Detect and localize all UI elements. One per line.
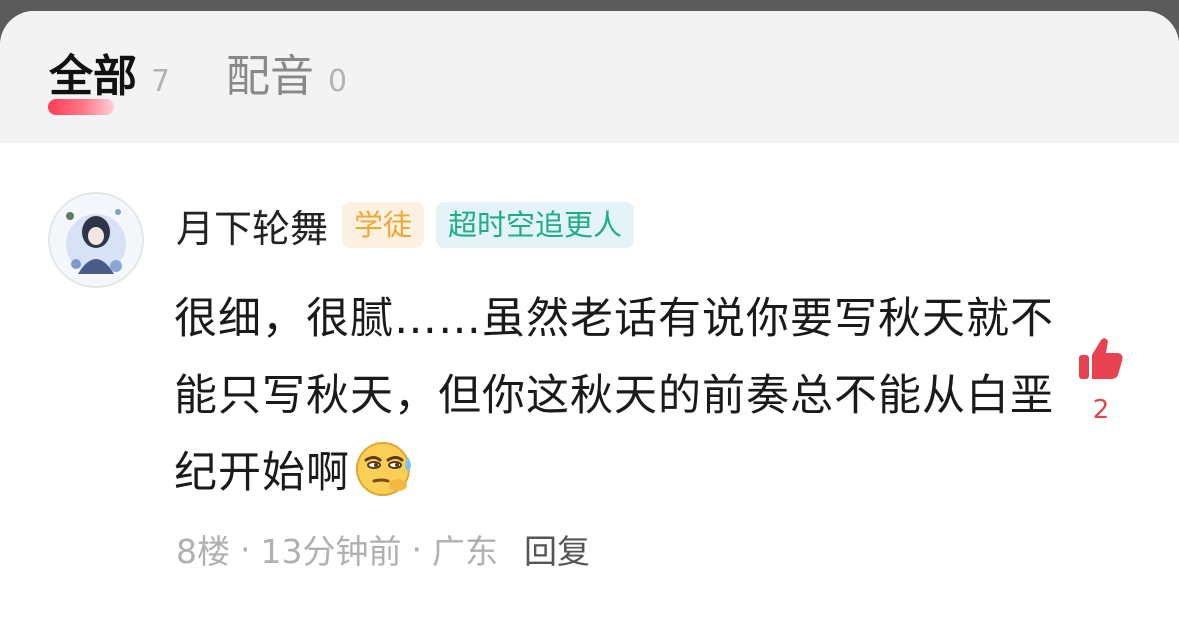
meta-separator: · [240,529,251,569]
tab-dubbing[interactable]: 配音 0 [226,51,347,103]
like-button[interactable]: 2 [1078,337,1124,425]
comment-sheet: 全部 7 配音 0 月下轮舞 学徒 超时空追更人 很细，很腻……虽然老话有说你要… [0,11,1179,627]
avatar-image [50,194,142,286]
comment-body[interactable]: 很细，很腻……虽然老话有说你要写秋天就不能只写秋天，但你这秋天的前奏总不能从白垩… [174,281,1054,526]
comment-time: 13分钟前 [260,532,402,571]
comment-location: 广东 [432,532,498,571]
comment-text: 很细，很腻……虽然老话有说你要写秋天就不能只写秋天，但你这秋天的前奏总不能从白垩… [174,294,1054,498]
tab-all-count: 7 [151,64,171,99]
tab-dubbing-count: 0 [328,64,348,99]
tab-all[interactable]: 全部 7 [49,51,170,103]
avatar[interactable] [48,192,144,288]
comment-floor: 8楼 [176,532,230,571]
badge-title[interactable]: 超时空追更人 [436,202,635,248]
reply-button[interactable]: 回复 [524,525,590,573]
meta-separator: · [411,529,423,569]
tab-all-label: 全部 [49,51,137,102]
tab-dubbing-label: 配音 [226,51,314,102]
username[interactable]: 月下轮舞 [176,198,328,253]
comment-header: 月下轮舞 学徒 超时空追更人 [176,201,646,251]
comment-meta: 8楼 · 13分钟前 · 广东 回复 [176,525,590,573]
like-count: 2 [1092,395,1110,425]
badge-apprentice[interactable]: 学徒 [342,202,425,248]
thumbs-up-icon [1079,338,1123,379]
sweat-smug-emoji-icon [352,435,418,526]
comment-tab-bar: 全部 7 配音 0 [0,11,1179,143]
